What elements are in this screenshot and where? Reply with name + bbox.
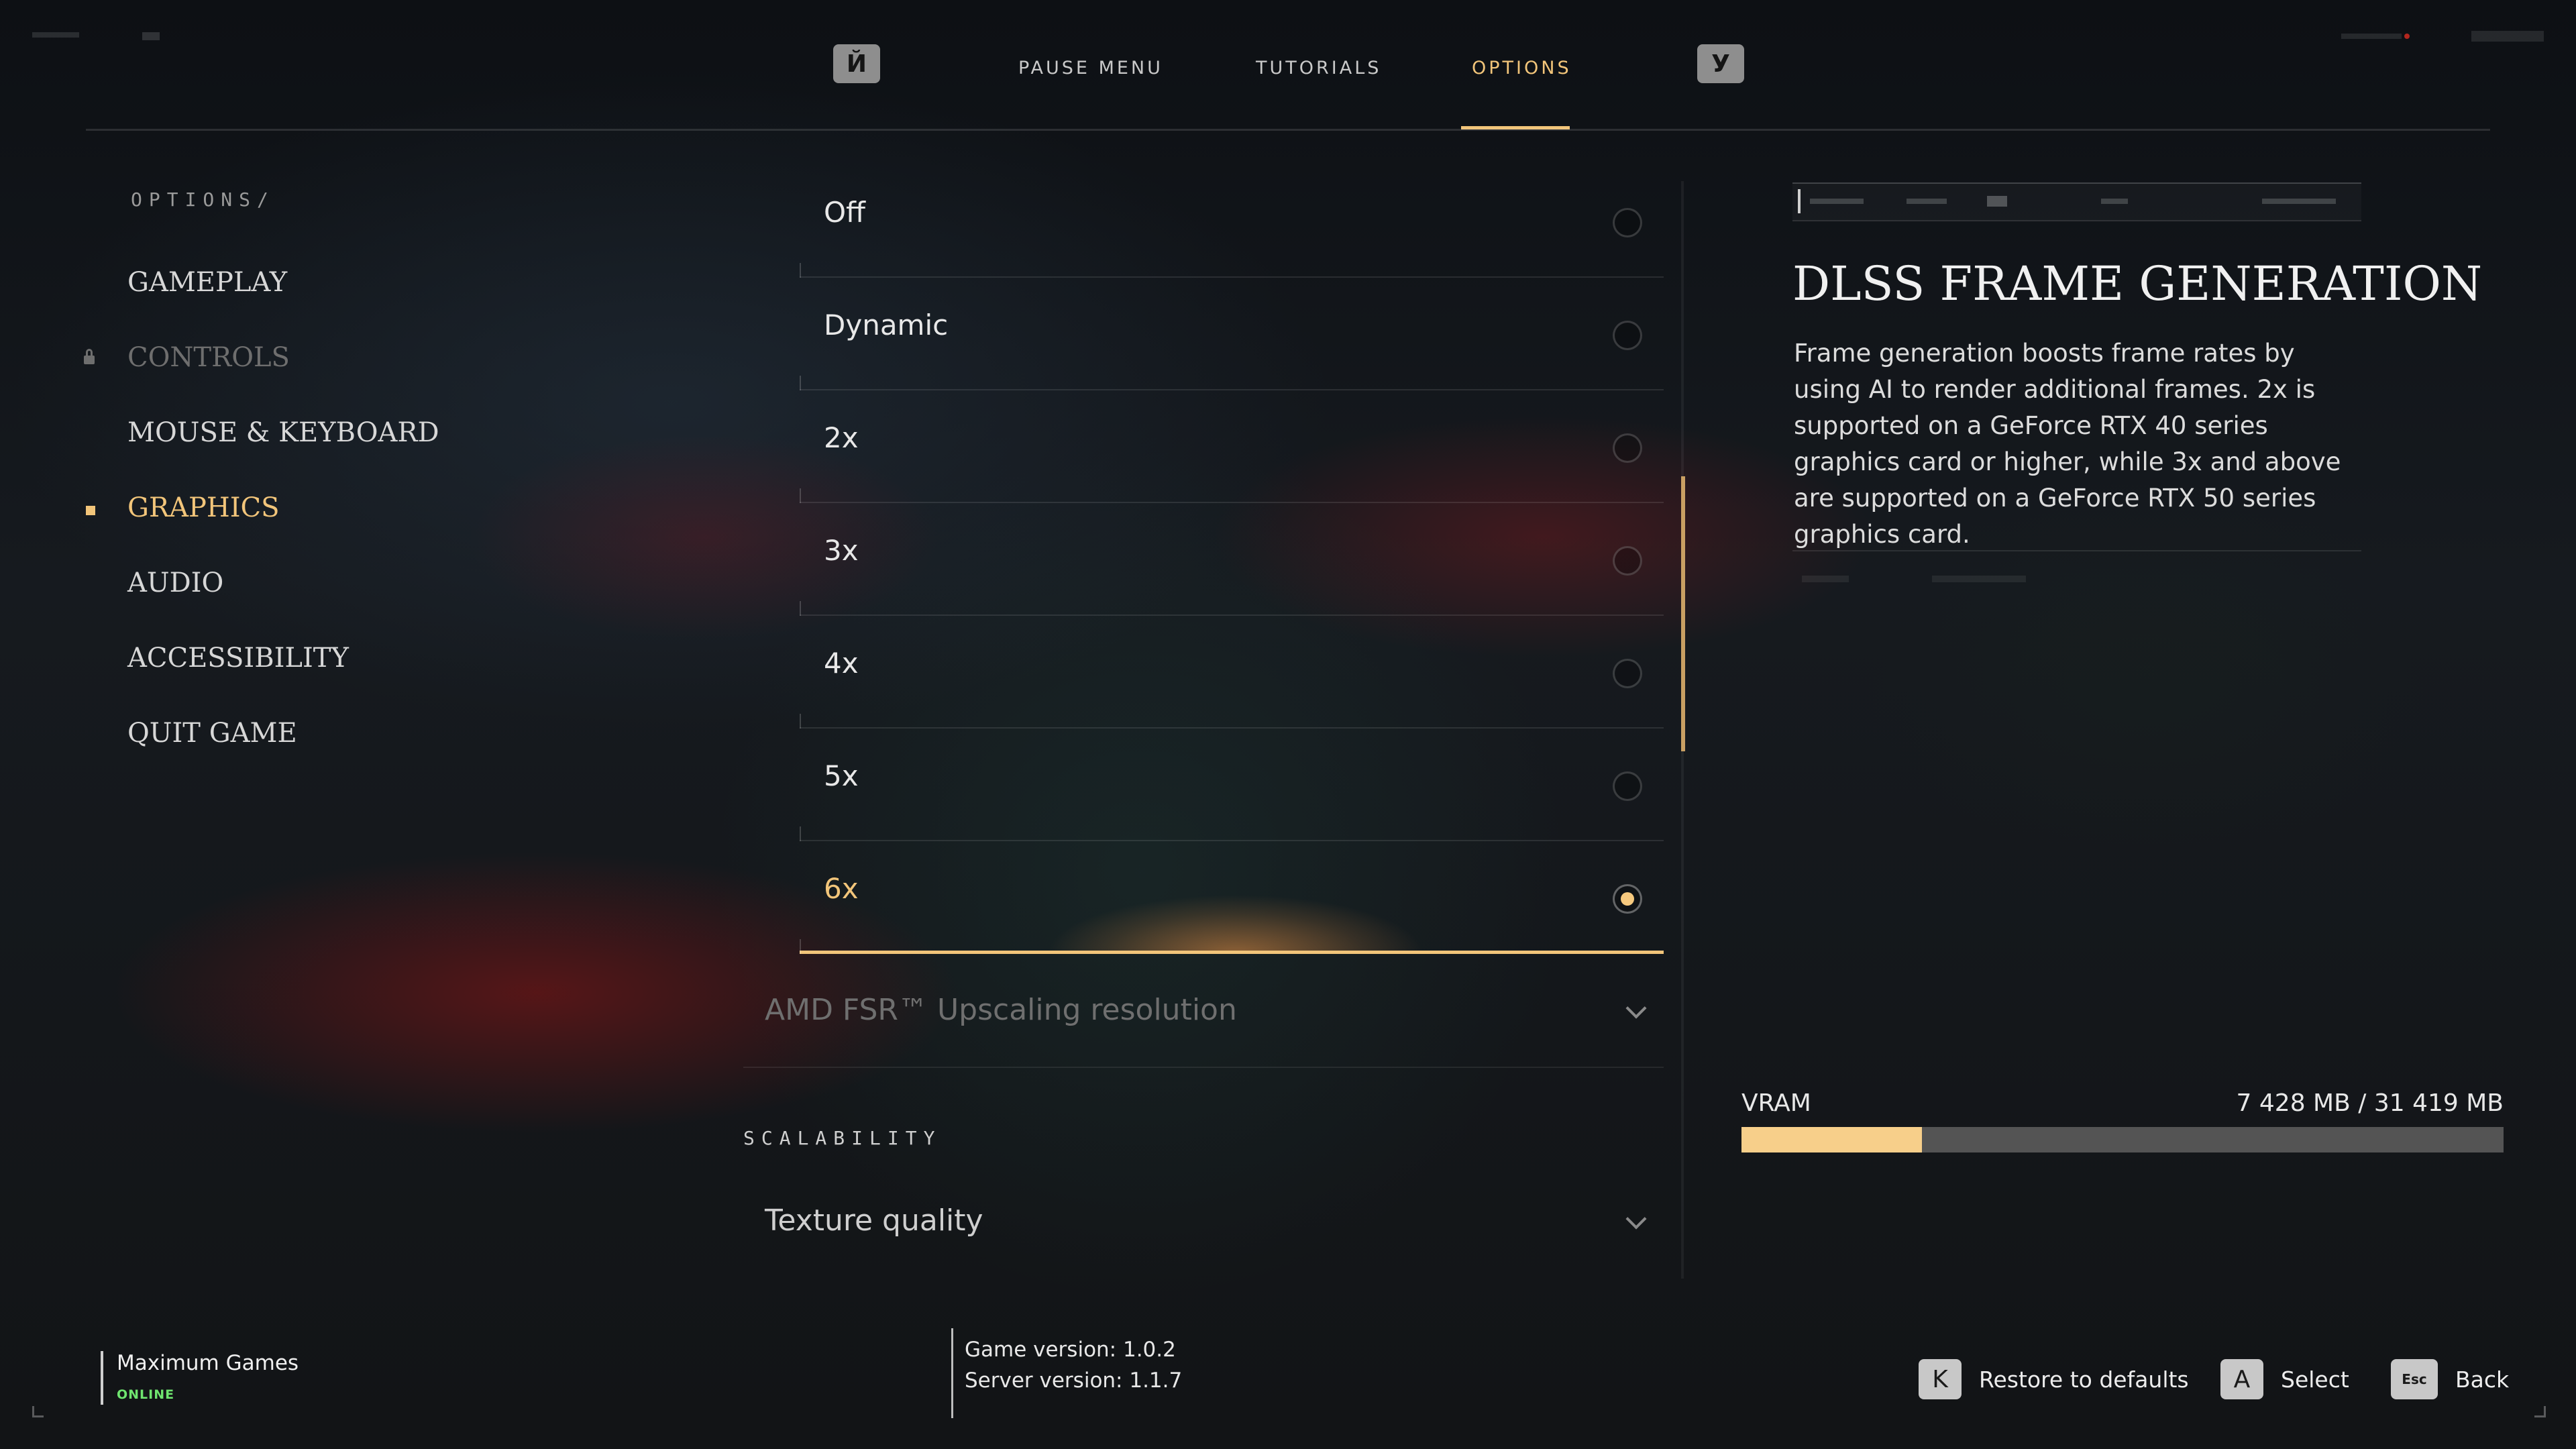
- sidebar-item-mouse-keyboard[interactable]: MOUSE & KEYBOARD: [127, 417, 439, 448]
- corner-deco-top-left: [32, 32, 79, 38]
- corner-bracket: [32, 1406, 44, 1417]
- user-divider: [101, 1351, 103, 1405]
- strip-deco: [2101, 199, 2128, 204]
- option-dynamic[interactable]: Dynamic: [800, 278, 1664, 390]
- corner-deco-badge: [142, 32, 160, 40]
- sidebar-item-controls[interactable]: CONTROLS: [127, 342, 290, 373]
- section-divider: [743, 1067, 1664, 1068]
- tab-tutorials[interactable]: TUTORIALS: [1256, 58, 1381, 85]
- strip-deco: [2262, 199, 2336, 204]
- corner-deco-top-right: [2341, 34, 2402, 39]
- option-off[interactable]: Off: [800, 165, 1664, 278]
- strip-deco: [1810, 199, 1864, 204]
- version-divider: [951, 1328, 953, 1418]
- selected-underline: [800, 939, 1664, 954]
- strip-deco: [1987, 196, 2007, 207]
- radio-button[interactable]: [1613, 208, 1642, 237]
- section-heading: SCALABILITY: [743, 1127, 942, 1149]
- key-k-icon: K: [1919, 1359, 1962, 1399]
- option-label: Off: [824, 196, 865, 229]
- chevron-down-icon: [1625, 998, 1647, 1019]
- option-2x[interactable]: 2x: [800, 390, 1664, 503]
- radio-button-selected[interactable]: [1613, 884, 1642, 914]
- active-bullet-icon: [86, 506, 95, 515]
- radio-button[interactable]: [1613, 659, 1642, 688]
- option-3x[interactable]: 3x: [800, 503, 1664, 616]
- sidebar-item-gameplay[interactable]: GAMEPLAY: [127, 267, 287, 298]
- nav-divider: [86, 129, 2490, 131]
- restore-defaults-button[interactable]: K Restore to defaults: [1919, 1359, 2189, 1399]
- option-label: 3x: [824, 534, 859, 567]
- vram-bar-fill: [1741, 1127, 1922, 1152]
- info-title: DLSS FRAME GENERATION: [1792, 256, 2483, 311]
- option-label: 4x: [824, 647, 859, 680]
- prev-tab-key[interactable]: Й: [833, 44, 880, 83]
- vram-label: VRAM: [1741, 1089, 1811, 1117]
- sidebar-item-quit-game[interactable]: QUIT GAME: [127, 718, 297, 749]
- option-label: 6x: [824, 872, 859, 905]
- info-divider: [1792, 550, 2361, 551]
- option-5x[interactable]: 5x: [800, 729, 1664, 841]
- dropdown-label: AMD FSR™ Upscaling resolution: [765, 993, 1237, 1027]
- sidebar-item-graphics[interactable]: GRAPHICS: [127, 492, 280, 523]
- sidebar-item-accessibility[interactable]: ACCESSIBILITY: [127, 643, 349, 674]
- hint-label: Restore to defaults: [1979, 1366, 2189, 1393]
- next-tab-key[interactable]: У: [1697, 44, 1744, 83]
- radio-button[interactable]: [1613, 771, 1642, 801]
- option-label: 5x: [824, 759, 859, 792]
- radio-button[interactable]: [1613, 546, 1642, 576]
- strip-marker: [1798, 189, 1801, 213]
- game-version: Game version: 1.0.2: [965, 1338, 1176, 1362]
- select-button[interactable]: A Select: [2220, 1359, 2349, 1399]
- info-deco: [1932, 576, 2026, 582]
- lock-icon: [84, 349, 95, 364]
- tab-options[interactable]: OPTIONS: [1472, 58, 1572, 85]
- strip-deco: [1907, 199, 1947, 204]
- server-version: Server version: 1.1.7: [965, 1368, 1183, 1393]
- dropdown-label: Texture quality: [765, 1203, 983, 1238]
- sidebar-item-audio[interactable]: AUDIO: [127, 568, 223, 598]
- info-description: Frame generation boosts frame rates by u…: [1794, 339, 2341, 549]
- texture-quality-dropdown[interactable]: Texture quality: [765, 1179, 1664, 1260]
- scrollbar-thumb[interactable]: [1681, 476, 1685, 751]
- tab-pause-menu[interactable]: PAUSE MENU: [1018, 58, 1163, 85]
- option-4x[interactable]: 4x: [800, 616, 1664, 729]
- vram-value: 7 428 MB / 31 419 MB: [2236, 1089, 2504, 1117]
- radio-button[interactable]: [1613, 321, 1642, 350]
- chevron-down-icon: [1625, 1208, 1647, 1230]
- key-a-icon: A: [2220, 1359, 2263, 1399]
- radio-button[interactable]: [1613, 433, 1642, 463]
- info-header-strip: [1792, 182, 2361, 221]
- hint-label: Back: [2455, 1366, 2510, 1393]
- upscaling-resolution-dropdown[interactable]: AMD FSR™ Upscaling resolution: [765, 969, 1664, 1049]
- vram-bar: [1741, 1127, 2504, 1152]
- option-6x[interactable]: 6x: [800, 841, 1664, 954]
- user-name: Maximum Games: [117, 1351, 299, 1375]
- breadcrumb: OPTIONS/: [131, 189, 275, 211]
- selection-glow: [1001, 873, 1470, 954]
- option-label: Dynamic: [824, 309, 949, 341]
- recording-dot-icon: [2404, 34, 2410, 39]
- hint-label: Select: [2281, 1366, 2349, 1393]
- key-esc-icon: Esc: [2391, 1359, 2438, 1399]
- info-deco: [1802, 576, 1849, 582]
- option-label: 2x: [824, 421, 859, 454]
- corner-deco-box: [2471, 31, 2544, 42]
- back-button[interactable]: Esc Back: [2391, 1359, 2509, 1399]
- status-badge: ONLINE: [117, 1387, 175, 1402]
- corner-bracket: [2534, 1406, 2546, 1417]
